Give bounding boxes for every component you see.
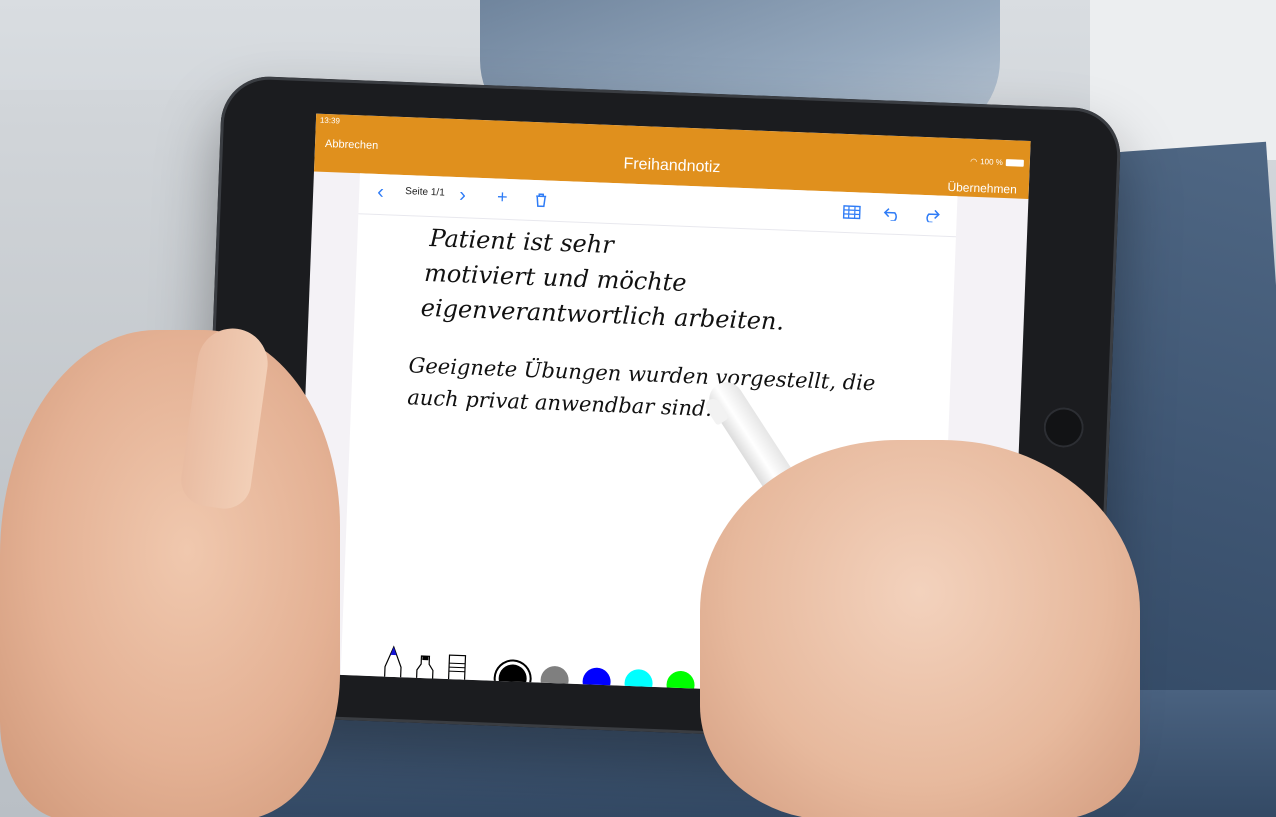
handwriting-line: auch privat anwendbar sind. — [406, 385, 713, 421]
trash-icon[interactable] — [535, 191, 548, 211]
chevron-left-icon[interactable]: ‹ — [377, 181, 385, 203]
handwriting-line: motiviert und möchte — [423, 258, 688, 297]
handwriting-line: Patient ist sehr — [428, 224, 615, 260]
marker-icon[interactable] — [412, 646, 438, 701]
home-button[interactable] — [1042, 406, 1085, 449]
right-hand — [700, 440, 1140, 817]
photo-scene: 13:39 ◠ 100 % Abbrechen Freihandnotiz Üb… — [0, 0, 1276, 817]
plus-icon[interactable]: + — [497, 187, 508, 207]
battery-percent: 100 % — [979, 157, 1004, 167]
apply-button[interactable]: Übernehmen — [947, 180, 1017, 197]
color-swatch-cyan[interactable] — [624, 668, 654, 698]
undo-icon[interactable] — [882, 204, 903, 225]
status-battery: ◠ 100 % — [970, 157, 1024, 168]
pen-icon[interactable] — [380, 644, 406, 700]
handwriting-line: eigenverantwortlich arbeiten. — [420, 293, 785, 336]
status-time: 13:39 — [319, 115, 341, 126]
color-swatch-black[interactable] — [498, 664, 528, 694]
pen-palette — [380, 644, 752, 700]
chevron-right-icon[interactable]: › — [459, 184, 467, 206]
left-hand — [0, 330, 340, 817]
eraser-icon[interactable] — [444, 647, 470, 701]
color-swatch-gray[interactable] — [540, 665, 570, 695]
grid-icon[interactable] — [842, 203, 861, 224]
battery-icon — [1005, 159, 1024, 167]
wifi-icon: ◠ — [970, 156, 978, 166]
background-wall — [1090, 0, 1276, 160]
color-swatch-green[interactable] — [666, 670, 696, 700]
page-indicator: Seite 1/1 — [405, 186, 445, 199]
redo-icon[interactable] — [920, 206, 941, 227]
color-swatch-blue[interactable] — [582, 667, 612, 697]
